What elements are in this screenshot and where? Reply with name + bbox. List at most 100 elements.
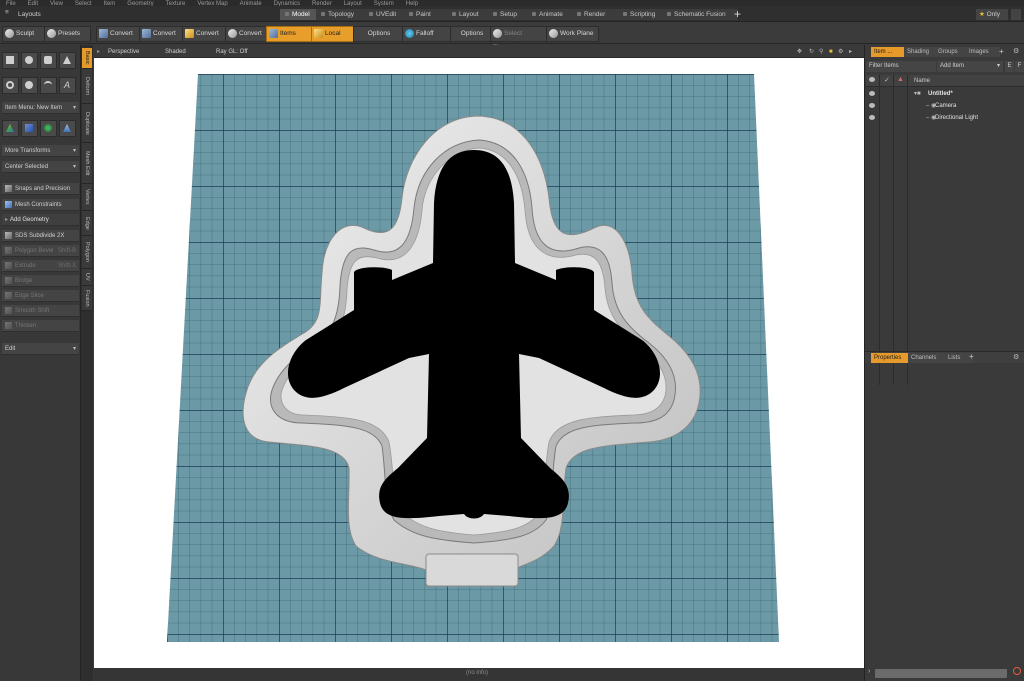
sculpt-icon [5, 28, 14, 38]
3d-viewport[interactable] [94, 58, 864, 668]
rotate-icon[interactable] [40, 120, 57, 137]
zoom-icon[interactable]: ⚲ [819, 47, 823, 57]
shaded-dropdown[interactable]: Shaded [165, 47, 186, 57]
move-icon[interactable] [59, 120, 76, 137]
pan-icon[interactable]: ✥ [797, 47, 802, 57]
convert-button-1[interactable]: Convert [96, 26, 143, 42]
cylinder-icon[interactable] [40, 52, 57, 69]
panel-tab-images[interactable]: Images [966, 47, 1000, 57]
viewport-canvas[interactable] [94, 58, 864, 668]
camera-icon[interactable]: ■ [829, 47, 833, 57]
options-button-2[interactable]: Options [450, 26, 495, 42]
tree-item[interactable]: – ◉ Camera [866, 100, 1024, 112]
tab-dot-icon [285, 12, 289, 17]
vertical-tab-uv[interactable]: UV [82, 269, 92, 286]
scene-icon: ▾■ [914, 91, 921, 97]
properties-tab-properties[interactable]: Properties [871, 353, 911, 363]
f-button[interactable]: F [1015, 61, 1024, 72]
cube-icon[interactable] [2, 52, 19, 69]
options-button-1[interactable]: Options [353, 26, 406, 42]
curve-icon[interactable] [40, 77, 57, 94]
e-button[interactable]: E [1005, 61, 1014, 72]
center-selected-dropdown[interactable]: Center Selected ▾ [2, 161, 79, 173]
convert-button-2[interactable]: Convert [139, 26, 186, 42]
panel-settings-icon[interactable]: ⚙ [1013, 353, 1019, 361]
viewport-expand-icon[interactable]: ▸ [849, 47, 852, 57]
falloff-button[interactable]: Falloff [402, 26, 455, 42]
perspective-dropdown[interactable]: Perspective [108, 47, 139, 57]
layout-options-icon[interactable] [1011, 9, 1021, 20]
tool-edge-slice[interactable]: Edge Slice [2, 290, 79, 302]
visibility-eye-icon[interactable] [869, 103, 875, 108]
capsule-icon[interactable] [21, 77, 38, 94]
tool-smooth-shift[interactable]: Smooth Shift [2, 305, 79, 317]
add-geometry-header[interactable]: ▸ Add Geometry [2, 214, 79, 226]
convert-button-3[interactable]: Convert [182, 26, 229, 42]
convert-icon [99, 28, 108, 38]
sculpt-button[interactable]: Sculpt [2, 26, 49, 42]
sphere-icon[interactable] [21, 52, 38, 69]
convert-icon [228, 28, 237, 38]
tab-dot-icon [409, 12, 413, 17]
tree-item[interactable]: ▾■ Untitled* [866, 88, 1024, 100]
properties-tab-channels[interactable]: Channels [908, 353, 948, 363]
select-through-icon [493, 28, 502, 38]
vertical-tab-vertex[interactable]: Vertex [82, 184, 92, 211]
work-plane-button[interactable]: Work Plane [546, 26, 599, 42]
vertical-tab-fusion[interactable]: Fusion [82, 286, 92, 311]
more-transforms-dropdown[interactable]: More Transforms ▾ [2, 145, 79, 157]
mesh-constraints-button[interactable]: Mesh Constraints [2, 199, 79, 211]
edit-dropdown[interactable]: Edit ▾ [2, 343, 79, 355]
shortcut-label: Shift-B [57, 248, 76, 254]
convert-button-4[interactable]: Convert [225, 26, 272, 42]
command-input[interactable] [875, 669, 1007, 678]
snaps-precision-button[interactable]: Snaps and Precision [2, 183, 79, 195]
vertical-tab-duplicate[interactable]: Duplicate [82, 104, 92, 143]
cone-icon[interactable] [59, 52, 76, 69]
add-item-dropdown[interactable]: Add Item ▾ [937, 61, 1003, 72]
only-button[interactable]: ★ Only [976, 9, 1008, 20]
panel-tab-groups[interactable]: Groups [935, 47, 969, 57]
scale-icon[interactable] [21, 120, 38, 137]
tool-bridge[interactable]: Bridge [2, 275, 79, 287]
vertical-tab-polygon[interactable]: Polygon [82, 236, 92, 269]
local-button[interactable]: Local [311, 26, 358, 42]
tool-thicken[interactable]: Thicken [2, 320, 79, 332]
visibility-eye-icon[interactable] [869, 115, 875, 120]
vertical-tab-mesh-edit[interactable]: Mesh Edit [82, 143, 92, 184]
visibility-eye-icon[interactable] [869, 91, 875, 96]
add-tab-icon[interactable]: + [999, 47, 1004, 56]
vertical-tab-basic[interactable]: Basic [82, 48, 92, 69]
presets-button[interactable]: Presets [44, 26, 91, 42]
tab-dot-icon [493, 12, 497, 17]
layouts-label[interactable]: Layouts [18, 9, 41, 20]
tool-extrude[interactable]: Extrude Shift-X [2, 260, 79, 272]
layouts-menu-icon[interactable]: ≡ [5, 9, 13, 19]
panel-settings-icon[interactable]: ⚙ [1013, 47, 1019, 55]
item-menu-dropdown[interactable]: Item Menu: New Item ▾ [2, 102, 79, 114]
vertical-tab-deform[interactable]: Deform [82, 69, 92, 104]
viewport-settings-icon[interactable]: ⚙ [838, 47, 843, 57]
panel-tab-item[interactable]: Item ... [871, 47, 907, 57]
layout-tab-schematic-fusion[interactable]: Schematic Fusion [662, 9, 739, 20]
panel-tab-shading[interactable]: Shading [904, 47, 938, 57]
filter-items-input[interactable]: Filter Items [866, 61, 936, 72]
collapse-arrow-icon: ▸ [5, 217, 9, 223]
record-icon[interactable] [1013, 667, 1021, 675]
tree-item[interactable]: – ◉ Directional Light [866, 112, 1024, 124]
text-icon[interactable]: A [59, 77, 76, 94]
viewport-menu-icon[interactable]: ▸ [97, 47, 100, 57]
raygl-dropdown[interactable]: Ray GL: Off [216, 47, 248, 57]
tab-dot-icon [577, 12, 581, 17]
vertical-tab-edge[interactable]: Edge [82, 211, 92, 236]
items-button[interactable]: Items [266, 26, 315, 42]
add-layout-icon[interactable]: + [734, 7, 741, 21]
tool-polygon-bevel[interactable]: Polygon Bevel Shift-B [2, 245, 79, 257]
star-icon: ★ [979, 11, 985, 18]
torus-icon[interactable] [2, 77, 19, 94]
tool-sds-subdivide-2x[interactable]: SDS Subdivide 2X [2, 230, 79, 242]
orbit-icon[interactable]: ↻ [809, 47, 814, 57]
add-tab-icon[interactable]: + [969, 352, 974, 361]
transform-icon[interactable] [2, 120, 19, 137]
select-through-button[interactable]: Select Through [490, 26, 551, 51]
